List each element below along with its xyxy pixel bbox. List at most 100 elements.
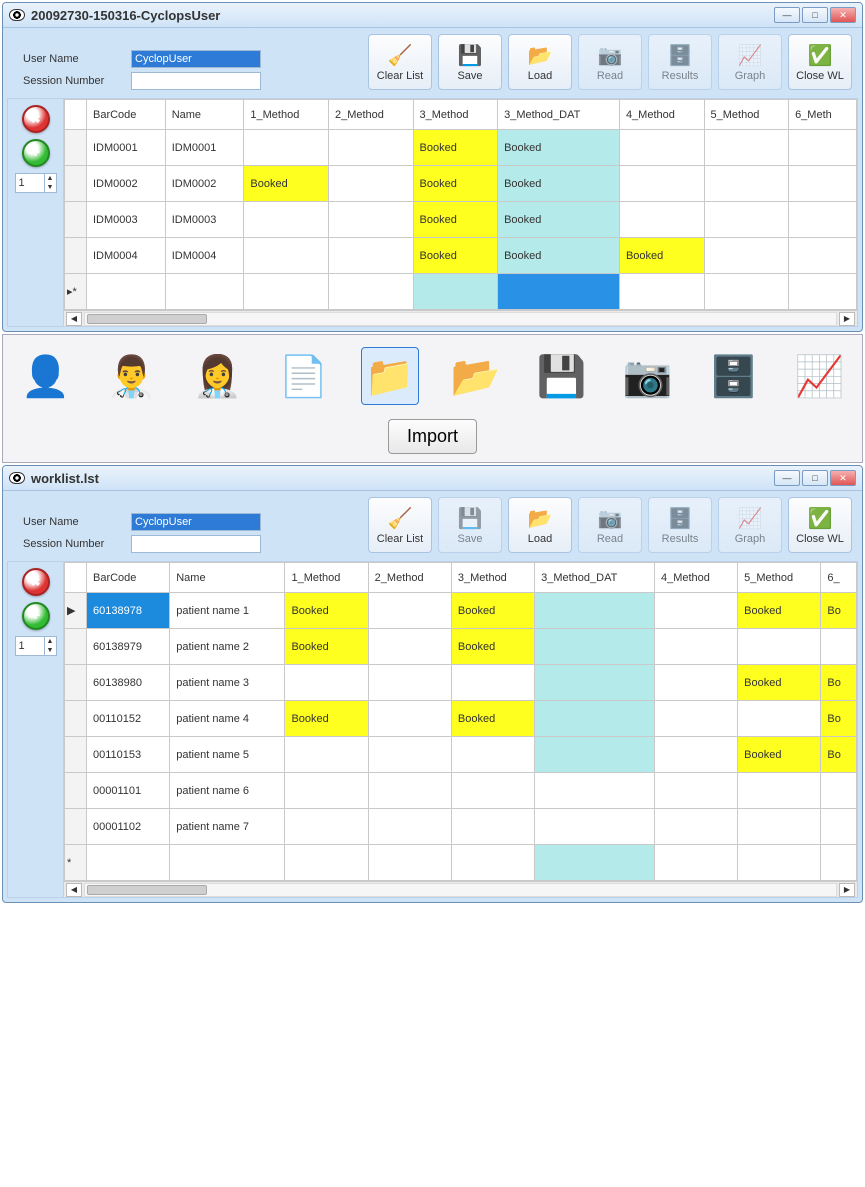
- table-row[interactable]: 00001102patient name 7: [65, 809, 857, 845]
- cell-c5[interactable]: [704, 166, 789, 202]
- cell-barcode[interactable]: IDM0001: [87, 130, 166, 166]
- table-row[interactable]: ▶60138978patient name 1BookedBookedBooke…: [65, 593, 857, 629]
- cell-name[interactable]: IDM0002: [165, 166, 244, 202]
- cell-barcode[interactable]: 00001102: [87, 809, 170, 845]
- load-button[interactable]: Load: [508, 34, 572, 90]
- graph-button[interactable]: Graph: [718, 497, 782, 553]
- floppy-icon[interactable]: 💾: [533, 347, 591, 405]
- cell-c1[interactable]: [244, 130, 329, 166]
- spinner-up[interactable]: ▲: [44, 637, 56, 646]
- cell-c3d[interactable]: Booked: [498, 130, 620, 166]
- maximize-button[interactable]: [802, 7, 828, 23]
- cell-c3[interactable]: [451, 809, 534, 845]
- spinner-down[interactable]: ▼: [44, 183, 56, 192]
- table-row[interactable]: IDM0001IDM0001BookedBooked: [65, 130, 857, 166]
- cell-c3d[interactable]: [535, 845, 655, 881]
- cell-c5[interactable]: [704, 238, 789, 274]
- cell-c3d[interactable]: [535, 773, 655, 809]
- cell-c3[interactable]: [451, 737, 534, 773]
- scroll-left[interactable]: ◀: [66, 883, 82, 897]
- cell-c1[interactable]: [244, 202, 329, 238]
- cell-c6[interactable]: [821, 773, 857, 809]
- close-button[interactable]: [830, 7, 856, 23]
- save-button[interactable]: Save: [438, 34, 502, 90]
- cell-c3[interactable]: [451, 773, 534, 809]
- cell-c6[interactable]: [789, 238, 857, 274]
- col-header[interactable]: 4_Method: [654, 563, 737, 593]
- read-button[interactable]: Read: [578, 497, 642, 553]
- cell-c4[interactable]: [619, 166, 704, 202]
- row-spinner[interactable]: 1 ▲▼: [15, 636, 57, 656]
- save-button[interactable]: Save: [438, 497, 502, 553]
- cell-c3d[interactable]: Booked: [498, 166, 620, 202]
- cell-c5[interactable]: [738, 809, 821, 845]
- cell-c4[interactable]: [654, 737, 737, 773]
- scroll-right[interactable]: ▶: [839, 312, 855, 326]
- cell-c1[interactable]: [285, 809, 368, 845]
- h-scrollbar[interactable]: ◀ ▶: [64, 310, 857, 326]
- table-row[interactable]: IDM0002IDM0002BookedBookedBooked: [65, 166, 857, 202]
- cell-c1[interactable]: [285, 737, 368, 773]
- new-doc-icon[interactable]: 📄: [275, 347, 333, 405]
- cell-c3[interactable]: Booked: [451, 593, 534, 629]
- minimize-button[interactable]: [774, 470, 800, 486]
- scroll-left[interactable]: ◀: [66, 312, 82, 326]
- user-name-input[interactable]: [131, 513, 261, 531]
- cell-c5[interactable]: [738, 629, 821, 665]
- cell-c5[interactable]: [704, 202, 789, 238]
- cell-c4[interactable]: [619, 274, 704, 310]
- cell-c3d[interactable]: Booked: [498, 238, 620, 274]
- cell-barcode[interactable]: IDM0003: [87, 202, 166, 238]
- col-header[interactable]: 2_Method: [368, 563, 451, 593]
- cell-name[interactable]: patient name 3: [170, 665, 285, 701]
- session-number-input[interactable]: [131, 535, 261, 553]
- cell-name[interactable]: patient name 5: [170, 737, 285, 773]
- maximize-button[interactable]: [802, 470, 828, 486]
- cell-c1[interactable]: [244, 274, 329, 310]
- read-button[interactable]: Read: [578, 34, 642, 90]
- cell-c6[interactable]: [821, 809, 857, 845]
- col-header[interactable]: 3_Method_DAT: [498, 100, 620, 130]
- cell-c4[interactable]: [654, 593, 737, 629]
- cell-c3d[interactable]: [535, 809, 655, 845]
- delete-row-button[interactable]: [22, 105, 50, 133]
- cell-c3[interactable]: Booked: [413, 166, 498, 202]
- cell-c1[interactable]: [285, 845, 368, 881]
- cell-c3d[interactable]: [498, 274, 620, 310]
- col-header[interactable]: BarCode: [87, 100, 166, 130]
- scroll-thumb[interactable]: [87, 314, 207, 324]
- cell-c3d[interactable]: [535, 629, 655, 665]
- col-header[interactable]: 2_Method: [328, 100, 413, 130]
- cell-c2[interactable]: [368, 701, 451, 737]
- spinner-down[interactable]: ▼: [44, 646, 56, 655]
- titlebar-1[interactable]: 20092730-150316-CyclopsUser: [3, 3, 862, 28]
- cell-c2[interactable]: [328, 238, 413, 274]
- cell-c1[interactable]: Booked: [285, 629, 368, 665]
- table-row[interactable]: IDM0003IDM0003BookedBooked: [65, 202, 857, 238]
- cell-c4[interactable]: [654, 809, 737, 845]
- cell-c2[interactable]: [368, 773, 451, 809]
- cell-name[interactable]: [165, 274, 244, 310]
- cell-name[interactable]: [170, 845, 285, 881]
- scroll-thumb[interactable]: [87, 885, 207, 895]
- col-header[interactable]: 6_: [821, 563, 857, 593]
- cell-c2[interactable]: [328, 202, 413, 238]
- col-header[interactable]: 3_Method: [451, 563, 534, 593]
- grid-1[interactable]: BarCodeName1_Method2_Method3_Method3_Met…: [64, 99, 857, 310]
- minimize-button[interactable]: [774, 7, 800, 23]
- cell-c2[interactable]: [368, 629, 451, 665]
- user-large-icon[interactable]: 👤: [17, 347, 75, 405]
- table-row[interactable]: 60138979patient name 2BookedBooked: [65, 629, 857, 665]
- cell-barcode[interactable]: IDM0002: [87, 166, 166, 202]
- cell-barcode[interactable]: [87, 274, 166, 310]
- cell-c4[interactable]: [619, 202, 704, 238]
- cell-c3d[interactable]: [535, 665, 655, 701]
- chart-icon[interactable]: 📈: [791, 347, 849, 405]
- folder-open-icon[interactable]: 📂: [447, 347, 505, 405]
- cell-c6[interactable]: [789, 166, 857, 202]
- results-button[interactable]: Results: [648, 497, 712, 553]
- cell-c3[interactable]: Booked: [451, 701, 534, 737]
- import-button[interactable]: Import: [388, 419, 477, 454]
- table-row[interactable]: IDM0004IDM0004BookedBookedBooked: [65, 238, 857, 274]
- col-header[interactable]: 5_Method: [704, 100, 789, 130]
